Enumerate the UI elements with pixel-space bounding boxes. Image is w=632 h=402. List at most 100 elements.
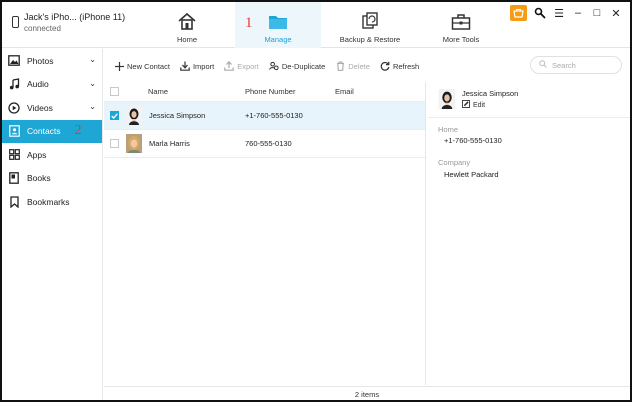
sidebar-item-contacts[interactable]: Contacts 2 <box>2 119 102 143</box>
tab-home-label: Home <box>176 35 197 44</box>
photo-icon <box>8 55 20 67</box>
header-phone[interactable]: Phone Number <box>245 87 295 96</box>
deduplicate-icon <box>269 61 279 71</box>
divider <box>428 117 630 118</box>
music-note-icon <box>8 78 20 90</box>
menu-icon[interactable]: ☰ <box>553 7 565 20</box>
sidebar-item-label: Audio <box>27 79 49 90</box>
edit-icon <box>462 100 470 110</box>
avatar <box>126 134 142 153</box>
annotation-number-1: 1 <box>245 15 253 31</box>
sidebar: Photos ⌄ Audio ⌄ Videos ⌄ Contacts 2 App… <box>2 49 103 400</box>
device-info[interactable]: Jack's iPho... (iPhone 11) connected <box>12 12 125 33</box>
contacts-table: Name Phone Number Email Jessica Simpson … <box>104 82 426 385</box>
contact-phone: 760-555-0130 <box>245 139 292 148</box>
folder-icon <box>267 10 289 32</box>
export-label: Export <box>237 61 259 71</box>
header-name[interactable]: Name <box>148 87 168 96</box>
search-placeholder: Search <box>552 60 576 70</box>
avatar <box>438 89 456 109</box>
edit-button[interactable]: Edit <box>462 100 485 110</box>
table-row[interactable]: Marla Harris 760-555-0130 <box>104 130 425 158</box>
avatar <box>126 106 142 125</box>
backup-restore-icon <box>359 10 381 32</box>
minimize-icon[interactable]: – <box>572 7 584 19</box>
sidebar-item-label: Contacts <box>27 126 61 137</box>
chevron-down-icon[interactable]: ⌄ <box>89 55 96 64</box>
search-input[interactable]: Search <box>530 56 622 74</box>
tab-manage[interactable]: Manage 1 <box>235 2 321 48</box>
device-name: Jack's iPho... (iPhone 11) <box>24 12 126 22</box>
maximize-icon[interactable]: □ <box>591 7 603 19</box>
sidebar-item-apps[interactable]: Apps <box>2 143 102 167</box>
sidebar-item-label: Books <box>27 173 51 184</box>
device-status: connected <box>24 24 61 33</box>
play-icon <box>8 102 20 114</box>
sidebar-item-videos[interactable]: Videos ⌄ <box>2 96 102 120</box>
row-checkbox[interactable] <box>110 139 119 148</box>
tab-manage-label: Manage <box>264 35 292 44</box>
toolbox-icon <box>450 10 472 32</box>
delete-button[interactable]: Delete <box>335 61 370 71</box>
sidebar-item-audio[interactable]: Audio ⌄ <box>2 73 102 97</box>
book-icon <box>8 172 20 185</box>
home-phone-value: +1-760-555-0130 <box>444 136 502 145</box>
app-window: Jack's iPho... (iPhone 11) connected Hom… <box>0 0 632 402</box>
detail-contact-name: Jessica Simpson <box>462 89 519 98</box>
delete-label: Delete <box>348 61 370 71</box>
sidebar-item-label: Bookmarks <box>27 196 70 207</box>
sidebar-item-bookmarks[interactable]: Bookmarks <box>2 190 102 214</box>
contact-detail-panel: Jessica Simpson Edit Home +1-760-555-013… <box>428 82 630 385</box>
edit-label: Edit <box>473 101 486 109</box>
header-email[interactable]: Email <box>335 87 354 96</box>
tab-more-tools[interactable]: More Tools <box>430 2 492 48</box>
bookmark-icon <box>8 196 20 208</box>
sidebar-item-books[interactable]: Books <box>2 167 102 191</box>
row-checkbox[interactable] <box>110 111 119 120</box>
sidebar-item-label: Videos <box>27 102 53 113</box>
import-icon <box>180 61 190 71</box>
plus-icon <box>114 61 124 71</box>
annotation-number-2: 2 <box>74 123 82 139</box>
refresh-button[interactable]: Refresh <box>380 61 419 71</box>
close-icon[interactable]: ✕ <box>610 7 622 20</box>
refresh-label: Refresh <box>392 61 420 71</box>
refresh-icon <box>380 61 390 71</box>
contacts-icon <box>8 125 20 138</box>
sidebar-item-label: Photos <box>27 55 54 66</box>
search-icon <box>539 60 547 70</box>
contact-name: Marla Harris <box>149 139 190 148</box>
table-header: Name Phone Number Email <box>104 82 425 102</box>
home-icon <box>176 10 198 32</box>
tab-backup-restore-label: Backup & Restore <box>339 35 401 44</box>
table-row[interactable]: Jessica Simpson +1-760-555-0130 <box>104 102 425 130</box>
tab-backup-restore[interactable]: Backup & Restore <box>331 2 409 48</box>
export-button[interactable]: Export <box>224 61 259 71</box>
company-label: Company <box>438 158 471 167</box>
new-contact-button[interactable]: New Contact <box>114 61 170 71</box>
deduplicate-label: De-Duplicate <box>281 61 326 71</box>
deduplicate-button[interactable]: De-Duplicate <box>269 61 325 71</box>
top-bar: Jack's iPho... (iPhone 11) connected Hom… <box>2 2 630 48</box>
new-contact-label: New Contact <box>127 61 170 71</box>
select-all-checkbox[interactable] <box>110 87 119 96</box>
import-button[interactable]: Import <box>180 61 214 71</box>
sidebar-item-label: Apps <box>27 149 47 160</box>
tab-home[interactable]: Home <box>157 2 217 48</box>
tab-more-tools-label: More Tools <box>442 35 480 44</box>
status-bar: 2 items <box>104 386 630 400</box>
toolbar: New Contact Import Export De-Duplicate D… <box>104 54 630 78</box>
export-icon <box>224 61 235 71</box>
chevron-down-icon[interactable]: ⌄ <box>89 102 96 111</box>
apps-grid-icon <box>8 149 20 161</box>
contact-phone: +1-760-555-0130 <box>245 111 303 120</box>
sidebar-item-photos[interactable]: Photos ⌄ <box>2 49 102 73</box>
key-search-icon[interactable] <box>534 7 546 19</box>
company-value: Hewlett Packard <box>444 170 499 179</box>
store-badge-icon[interactable] <box>510 5 527 21</box>
chevron-down-icon[interactable]: ⌄ <box>89 79 96 88</box>
phone-icon <box>12 16 19 28</box>
window-controls: ☰ – □ ✕ <box>510 5 622 21</box>
home-label: Home <box>438 125 459 134</box>
import-label: Import <box>192 61 215 71</box>
